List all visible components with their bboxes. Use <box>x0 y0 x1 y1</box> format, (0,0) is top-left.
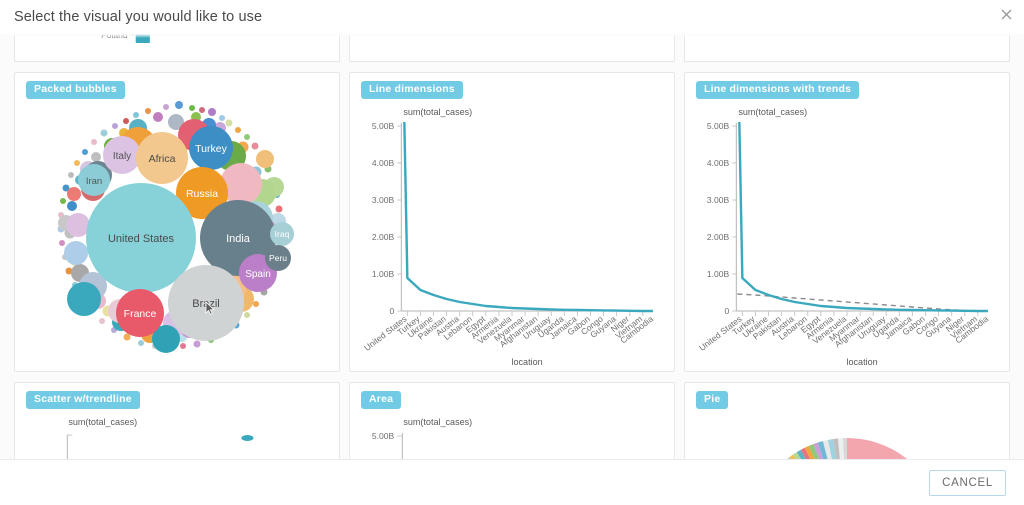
card-badge-line-dimensions: Line dimensions <box>361 81 463 99</box>
area-y-axis-title: sum(total_cases) <box>403 417 472 427</box>
scatter-y-axis-title: sum(total_cases) <box>68 417 137 427</box>
card-badge-line-dimensions-with-trends: Line dimensions with trends <box>696 81 860 99</box>
svg-text:India: India <box>226 233 251 245</box>
bar-partial-chart: Iran Peru Poland <box>15 34 339 61</box>
bar-cat-poland: Poland <box>101 34 128 40</box>
svg-text:France: France <box>124 308 157 320</box>
visual-card-line-dimensions-with-trends[interactable]: Line dimensions with trends sum(total_ca… <box>684 72 1010 372</box>
svg-text:Iraq: Iraq <box>275 229 290 239</box>
svg-text:Iran: Iran <box>86 176 102 187</box>
svg-text:3.00B: 3.00B <box>707 195 730 205</box>
svg-text:Spain: Spain <box>245 269 271 280</box>
svg-text:0: 0 <box>725 306 730 316</box>
card-badge-area: Area <box>361 391 402 409</box>
location-partial-chart: ― location <box>685 34 1009 61</box>
svg-text:Turkey: Turkey <box>195 143 227 155</box>
packed-bubbles-chart: Italy Africa Turkey Russia Iran United S… <box>15 73 339 371</box>
svg-text:Peru: Peru <box>269 253 287 263</box>
visual-card-line-partial[interactable] <box>349 34 675 62</box>
area-ytick-top: 5.00B <box>372 431 395 441</box>
dialog-footer: CANCEL <box>0 459 1024 505</box>
visual-card-scatter-trendline[interactable]: Scatter w/trendline sum(total_cases) <box>14 382 340 459</box>
svg-text:4.00B: 4.00B <box>372 158 395 168</box>
page-title: Select the visual you would like to use <box>14 9 263 25</box>
visual-picker-dialog: Select the visual you would like to use … <box>0 0 1024 505</box>
visual-gallery-grid: Iran Peru Poland <box>14 34 1010 459</box>
line-partial-chart <box>350 34 674 61</box>
svg-text:Africa: Africa <box>149 153 176 165</box>
card-badge-packed-bubbles: Packed bubbles <box>26 81 125 99</box>
svg-text:2.00B: 2.00B <box>707 232 730 242</box>
pie-chart <box>685 383 1009 459</box>
visual-gallery-scroll[interactable]: Iran Peru Poland <box>0 34 1024 459</box>
visual-card-location-partial[interactable]: ― location <box>684 34 1010 62</box>
line-y-axis-title: sum(total_cases) <box>403 107 472 117</box>
trend-y-axis-title: sum(total_cases) <box>738 107 807 117</box>
svg-text:0: 0 <box>390 306 395 316</box>
cancel-button[interactable]: CANCEL <box>929 469 1006 496</box>
svg-text:Italy: Italy <box>113 151 131 162</box>
svg-text:2.00B: 2.00B <box>372 232 395 242</box>
dialog-header: Select the visual you would like to use <box>0 0 1024 34</box>
line-dimensions-chart: sum(total_cases) 5.00B 4.00B 3.00B 2.00B… <box>350 73 674 371</box>
line-x-axis-title: location <box>512 357 543 367</box>
card-badge-scatter-trendline: Scatter w/trendline <box>26 391 140 409</box>
visual-card-pie[interactable]: Pie <box>684 382 1010 459</box>
svg-text:5.00B: 5.00B <box>372 121 395 131</box>
visual-card-packed-bubbles[interactable]: Packed bubbles Italy Africa Turkey Russi… <box>14 72 340 372</box>
svg-text:4.00B: 4.00B <box>707 158 730 168</box>
svg-text:United States: United States <box>108 233 175 245</box>
svg-text:3.00B: 3.00B <box>372 195 395 205</box>
svg-text:Brazil: Brazil <box>192 298 220 310</box>
visual-card-line-dimensions[interactable]: Line dimensions sum(total_cases) 5.00B 4… <box>349 72 675 372</box>
trend-x-axis-title: location <box>847 357 878 367</box>
svg-text:1.00B: 1.00B <box>707 269 730 279</box>
svg-text:Russia: Russia <box>186 188 218 200</box>
card-badge-pie: Pie <box>696 391 729 409</box>
visual-card-bar-partial[interactable]: Iran Peru Poland <box>14 34 340 62</box>
line-dimensions-with-trends-chart: sum(total_cases) 5.00B 4.00B 3.00B 2.00B… <box>685 73 1009 371</box>
visual-card-area[interactable]: Area sum(total_cases) 5.00B <box>349 382 675 459</box>
close-icon[interactable] <box>998 6 1014 22</box>
svg-text:1.00B: 1.00B <box>372 269 395 279</box>
svg-text:5.00B: 5.00B <box>707 121 730 131</box>
